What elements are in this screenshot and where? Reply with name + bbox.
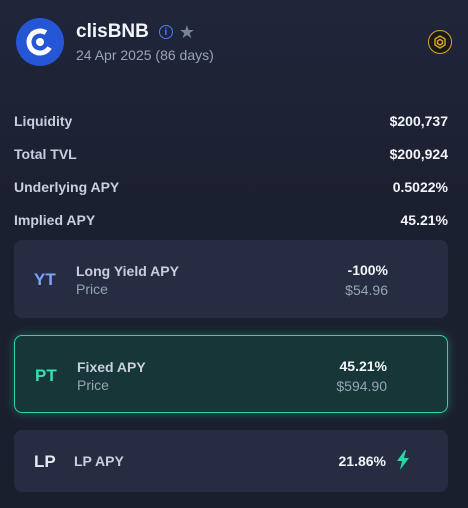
lp-apy-value: 21.86% <box>338 453 386 469</box>
maturity-date-text: 24 Apr 2025 <box>76 47 152 63</box>
yt-price-label: Price <box>76 281 108 297</box>
bnb-chain-icon <box>428 30 452 54</box>
yt-option-card[interactable]: YT Long Yield APY Price -100% $54.96 <box>14 240 448 318</box>
stat-label: Underlying APY <box>14 178 120 195</box>
stat-value: $200,924 <box>389 145 448 162</box>
stat-row-liquidity: Liquidity $200,737 <box>14 104 448 137</box>
pt-tag: PT <box>35 366 57 385</box>
yt-name: Long Yield APY <box>76 263 179 279</box>
yt-tag: YT <box>34 270 56 289</box>
stat-label: Liquidity <box>14 112 73 129</box>
maturity-date: 24 Apr 2025 (86 days) <box>76 47 214 63</box>
star-icon[interactable]: ★ <box>179 23 195 41</box>
days-remaining: (86 days) <box>155 47 214 63</box>
stat-value: 0.5022% <box>392 178 448 195</box>
market-header: clisBNB i ★ 24 Apr 2025 (86 days) <box>16 18 452 68</box>
yt-apy-value: -100% <box>347 262 388 278</box>
title-row: clisBNB i ★ <box>76 21 195 43</box>
pt-apy-value: 45.21% <box>339 358 387 374</box>
stat-value: 45.21% <box>400 211 448 228</box>
clisbnb-logo-icon <box>16 18 64 66</box>
info-icon[interactable]: i <box>158 25 173 39</box>
market-title: clisBNB <box>76 21 149 42</box>
stat-row-total-tvl: Total TVL $200,924 <box>14 137 448 170</box>
lp-option-card[interactable]: LP LP APY 21.86% <box>14 430 448 492</box>
pt-name: Fixed APY <box>77 359 146 375</box>
pt-price-label: Price <box>77 377 109 393</box>
stat-row-underlying-apy: Underlying APY 0.5022% <box>14 170 448 203</box>
stat-row-implied-apy: Implied APY 45.21% <box>14 203 448 236</box>
stat-label: Implied APY <box>14 211 96 228</box>
lp-name: LP APY <box>74 453 124 469</box>
pt-option-card[interactable]: PT Fixed APY Price 45.21% $594.90 <box>14 335 448 413</box>
stat-label: Total TVL <box>14 145 77 162</box>
pt-price-value: $594.90 <box>336 378 387 394</box>
lp-tag: LP <box>34 452 56 471</box>
stat-value: $200,737 <box>389 112 448 129</box>
market-card: clisBNB i ★ 24 Apr 2025 (86 days) Liquid… <box>0 0 468 508</box>
market-stats: Liquidity $200,737 Total TVL $200,924 Un… <box>14 104 448 236</box>
lightning-bolt-icon <box>397 450 409 470</box>
yt-price-value: $54.96 <box>345 282 388 298</box>
